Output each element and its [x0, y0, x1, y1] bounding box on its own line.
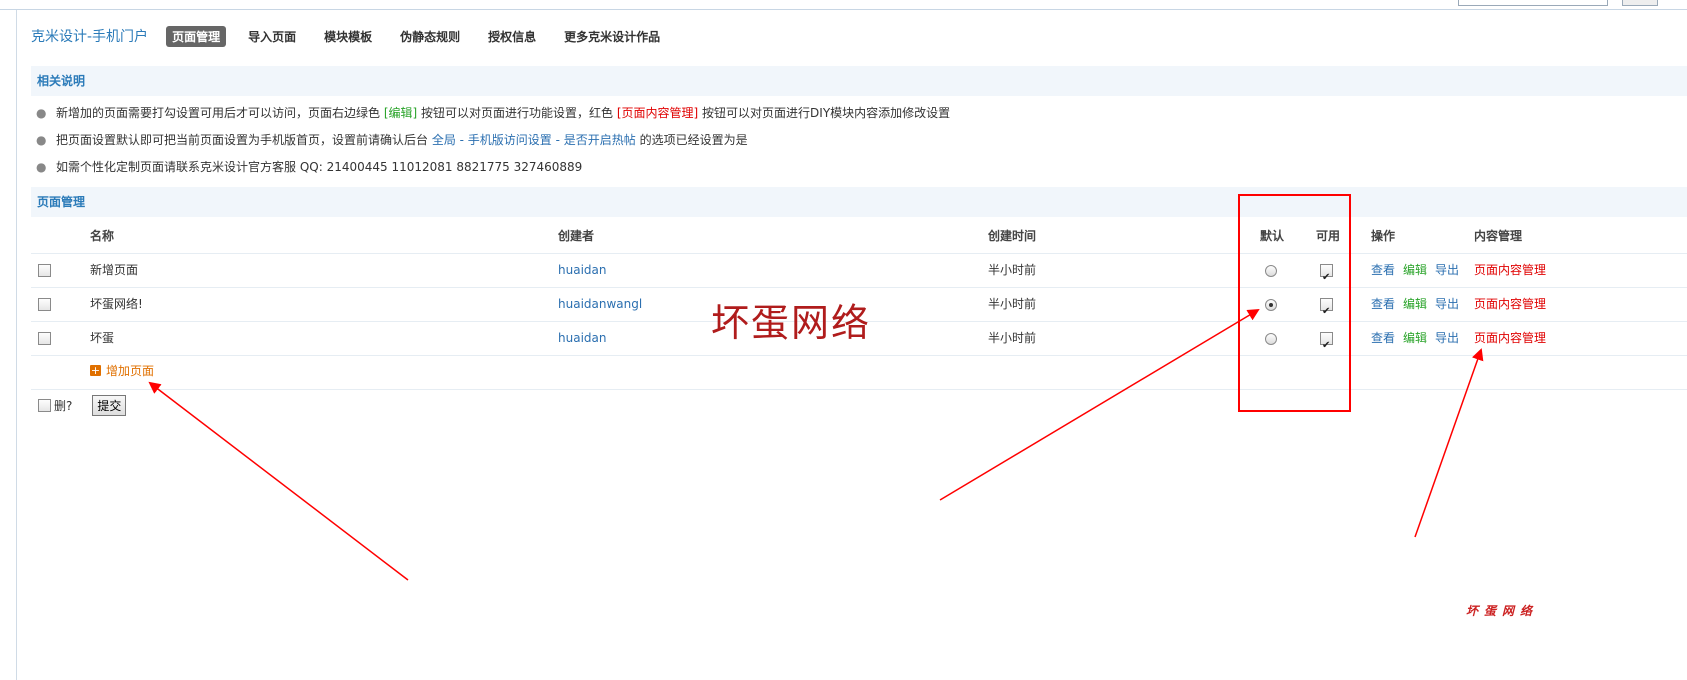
arrow-to-add-page [148, 381, 409, 581]
highlight-box [1238, 194, 1351, 412]
arrow-to-content-manage [1414, 348, 1484, 538]
annotation-layer [148, 194, 1484, 581]
arrow-to-default-radio [939, 308, 1260, 501]
